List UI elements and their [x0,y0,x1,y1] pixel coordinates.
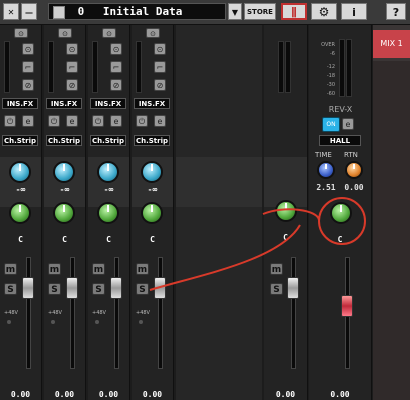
annotation-circle [318,197,366,245]
annotation-curve-top [262,208,320,221]
annotation-curve-bottom [149,224,301,291]
annotation-overlay [149,197,366,291]
